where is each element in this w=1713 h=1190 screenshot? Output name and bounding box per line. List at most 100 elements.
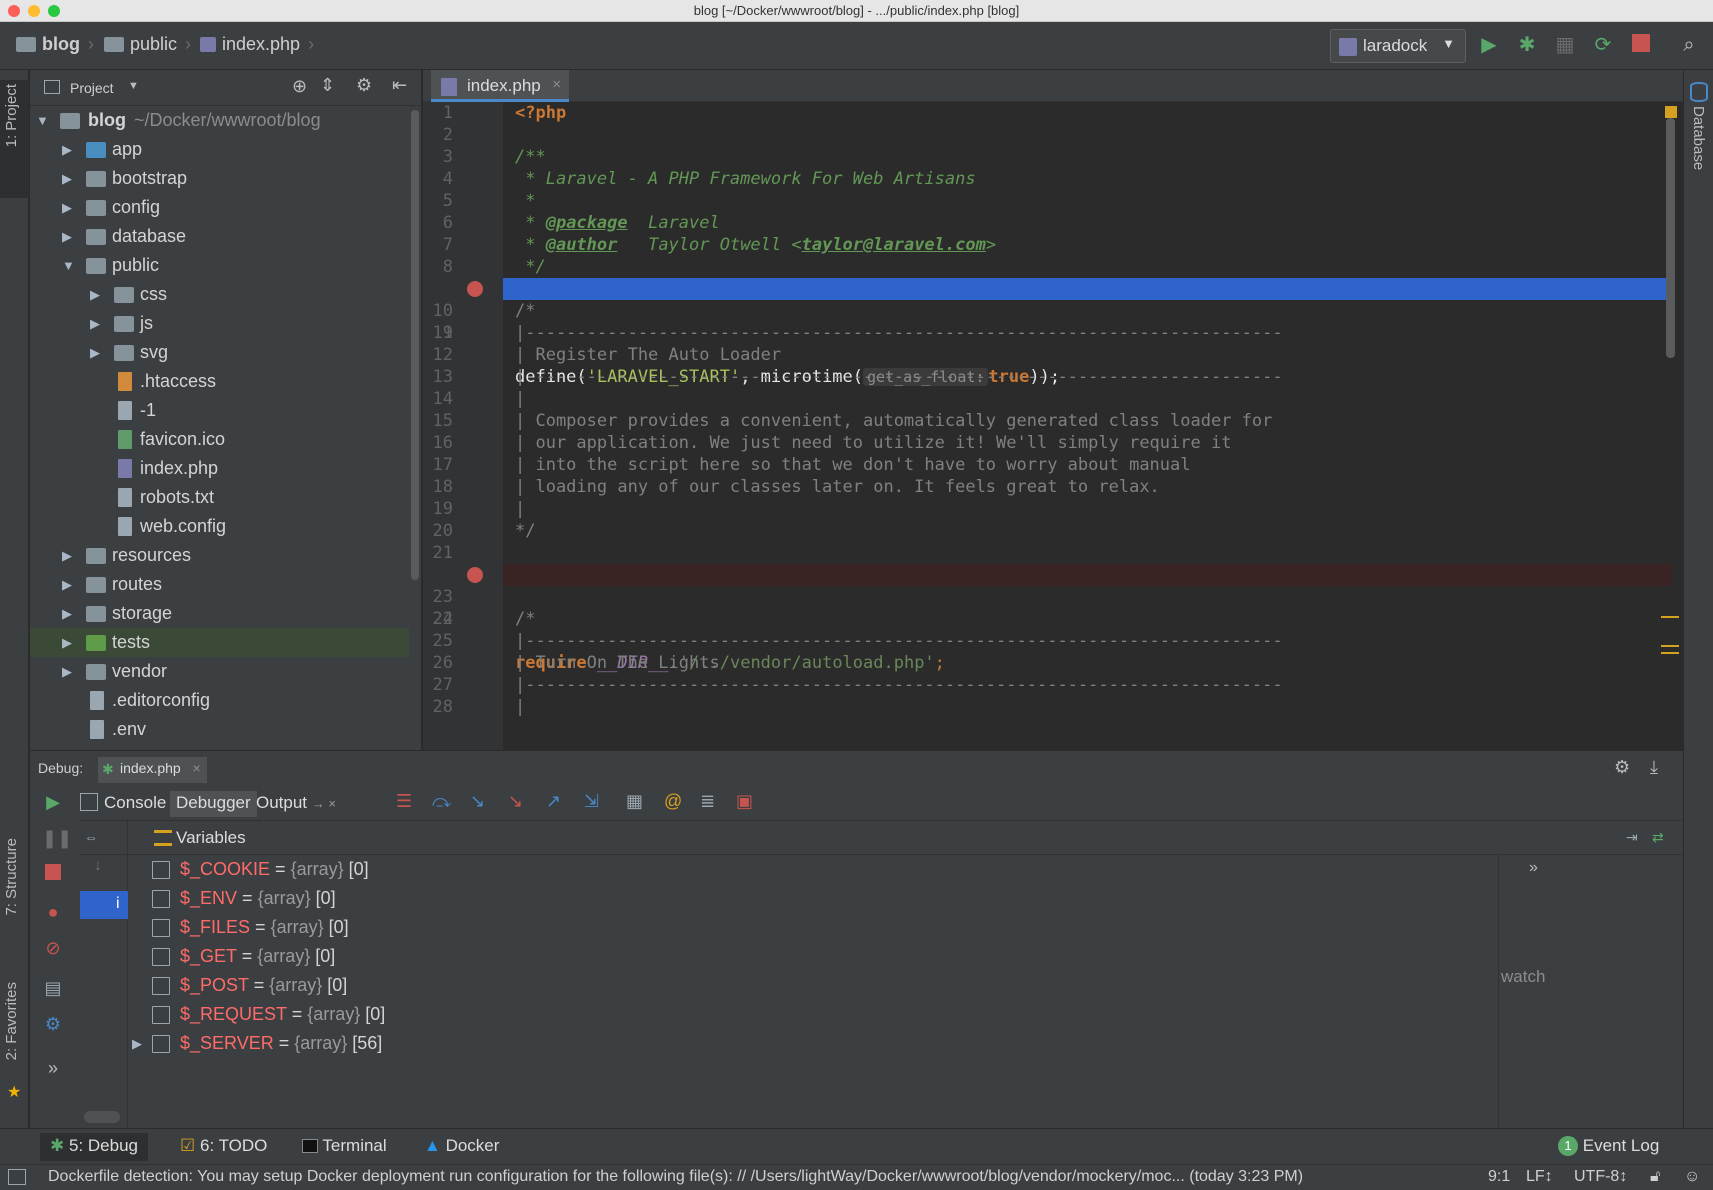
config-file-icon (118, 517, 132, 536)
tree-item-index-php[interactable]: index.php (30, 454, 409, 483)
watch-icon[interactable]: @ (664, 791, 682, 812)
collapse-all-icon[interactable]: ⇕ (320, 75, 335, 96)
tree-root[interactable]: ▼ blog ~/Docker/wwwroot/blog (30, 106, 409, 135)
breadcrumb-index-php[interactable]: index.php › (200, 34, 314, 55)
inspector-icon[interactable]: ☺ (1684, 1168, 1700, 1186)
close-tab-icon[interactable]: × (193, 760, 201, 776)
tab-console[interactable]: Console (98, 791, 172, 817)
tree-item-tests[interactable]: ▶ tests (30, 628, 409, 657)
clipboard-icon[interactable]: ▣ (736, 791, 753, 812)
tab-output[interactable]: Output → × (250, 791, 342, 817)
caret-position[interactable]: 9:1 (1488, 1168, 1510, 1186)
tab-todo[interactable]: ☑ 6: TODO (170, 1133, 277, 1161)
editor-tab-index-php[interactable]: index.php × (431, 70, 569, 102)
tree-item-vendor[interactable]: ▶ vendor (30, 657, 409, 686)
tab-terminal[interactable]: Terminal (292, 1133, 397, 1161)
tree-item-svg[interactable]: ▶ svg (30, 338, 409, 367)
run-configuration-select[interactable]: laradock ▼ (1330, 29, 1466, 63)
force-step-into-icon[interactable]: ↘ (508, 791, 523, 812)
tree-item-resources[interactable]: ▶ resources (30, 541, 409, 570)
search-icon[interactable]: ⌕ (1678, 34, 1700, 56)
variable-row[interactable]: $_COOKIE = {array} [0] (128, 855, 1518, 884)
hide-icon[interactable]: ⤓ (1650, 757, 1658, 778)
step-into-icon[interactable]: ↘ (470, 791, 485, 812)
tree-item-htaccess[interactable]: .htaccess (30, 367, 409, 396)
tree-item-routes[interactable]: ▶ routes (30, 570, 409, 599)
coverage-icon[interactable]: ▦ (1554, 34, 1576, 56)
tree-item-favicon[interactable]: favicon.ico (30, 425, 409, 454)
editor-scrollbar[interactable] (1666, 118, 1675, 358)
variable-row[interactable]: $_REQUEST = {array} [0] (128, 1000, 1518, 1029)
breadcrumb-public[interactable]: public › (104, 34, 191, 55)
toggle-tool-windows-icon[interactable] (8, 1169, 26, 1185)
tree-item-web-config[interactable]: web.config (30, 512, 409, 541)
locate-icon[interactable]: ⊕ (292, 76, 307, 97)
expand-arrow-icon[interactable]: ▶ (132, 1029, 142, 1058)
tab-debug[interactable]: ✱ 5: Debug (40, 1133, 148, 1161)
tree-item-database[interactable]: ▶ database (30, 222, 409, 251)
stop-icon[interactable] (45, 864, 61, 880)
project-scrollbar[interactable] (411, 110, 419, 580)
tree-item-storage[interactable]: ▶ storage (30, 599, 409, 628)
tree-item-css[interactable]: ▶ css (30, 280, 409, 309)
tree-item-config[interactable]: ▶ config (30, 193, 409, 222)
breadcrumb-blog[interactable]: blog › (16, 34, 94, 55)
frames-scrollbar[interactable] (84, 1111, 120, 1123)
variable-row[interactable]: ▶ $_SERVER = {array} [56] (128, 1029, 1518, 1058)
step-over-icon[interactable]: ⤼ (432, 791, 451, 812)
chevron-down-icon[interactable]: ▼ (128, 80, 139, 92)
project-view-select[interactable]: Project (70, 80, 114, 96)
resume-icon[interactable]: ▶ (42, 791, 64, 813)
breakpoint-icon[interactable] (467, 567, 483, 583)
variable-row[interactable]: $_ENV = {array} [0] (128, 884, 1518, 913)
tree-item-app[interactable]: ▶ app (30, 135, 409, 164)
expand-watches-icon[interactable]: » (1529, 859, 1538, 877)
view-breakpoints-icon[interactable]: ● (42, 901, 64, 923)
run-to-cursor-icon[interactable]: ⇲ (584, 791, 599, 812)
debug-session-tab[interactable]: ✱ index.php × (98, 757, 207, 783)
database-tool-tab[interactable]: Database (1690, 106, 1707, 170)
status-message[interactable]: Dockerfile detection: You may setup Dock… (48, 1168, 1303, 1186)
run-icon[interactable]: ▶ (1478, 34, 1500, 56)
favorites-tool-tab[interactable]: 2: Favorites (3, 982, 20, 1060)
tree-item-bootstrap[interactable]: ▶ bootstrap (30, 164, 409, 193)
line-separator[interactable]: LF↕ (1526, 1168, 1553, 1186)
tree-item-editorconfig[interactable]: .editorconfig (30, 686, 409, 715)
restore-layout-icon[interactable]: ⇥ (1626, 829, 1638, 846)
frames-icon[interactable]: ≣ (700, 791, 715, 812)
variable-row[interactable]: $_FILES = {array} [0] (128, 913, 1518, 942)
variable-row[interactable]: $_POST = {array} [0] (128, 971, 1518, 1000)
mute-breakpoints-icon[interactable]: ⊘ (42, 937, 64, 959)
tree-item-env[interactable]: .env (30, 715, 409, 744)
frame-item[interactable]: i (80, 891, 128, 919)
tree-item-public[interactable]: ▼ public (30, 251, 409, 280)
gear-icon[interactable]: ⚙ (1614, 757, 1630, 778)
lock-icon[interactable]: 🔓︎ (1650, 1168, 1660, 1186)
project-tool-tab[interactable]: 1: Project (3, 84, 20, 147)
step-out-icon[interactable]: ↗ (546, 791, 561, 812)
gear-icon[interactable]: ⚙ (356, 75, 372, 96)
debug-icon[interactable]: ✱ (1516, 34, 1538, 56)
inspection-status-icon[interactable] (1665, 106, 1677, 118)
hide-panel-icon[interactable]: ⇤ (392, 75, 407, 96)
more-icon[interactable]: » (42, 1057, 64, 1079)
breakpoint-icon[interactable] (467, 281, 483, 297)
show-execution-point-icon[interactable]: ☰ (396, 791, 412, 812)
structure-tool-tab[interactable]: 7: Structure (3, 838, 20, 916)
rerun-icon[interactable]: ⟳ (1592, 34, 1614, 56)
tree-item-minus-1[interactable]: -1 (30, 396, 409, 425)
stop-icon[interactable] (1632, 34, 1650, 52)
layout-icon[interactable]: ▤ (42, 977, 64, 999)
tree-item-robots[interactable]: robots.txt (30, 483, 409, 512)
tree-item-js[interactable]: ▶ js (30, 309, 409, 338)
variable-row[interactable]: $_GET = {array} [0] (128, 942, 1518, 971)
tab-debugger[interactable]: Debugger (170, 791, 257, 817)
pause-icon[interactable]: ❚❚ (42, 827, 72, 849)
event-log-button[interactable]: 1 Event Log (1548, 1133, 1669, 1161)
close-tab-icon[interactable]: × (552, 76, 561, 93)
file-encoding[interactable]: UTF-8↕ (1574, 1168, 1627, 1186)
watches-toggle-icon[interactable]: ⇄ (1652, 829, 1664, 846)
evaluate-expression-icon[interactable]: ▦ (626, 791, 643, 812)
tab-docker[interactable]: ▲ Docker (414, 1133, 509, 1161)
settings-icon[interactable]: ⚙ (42, 1013, 64, 1035)
